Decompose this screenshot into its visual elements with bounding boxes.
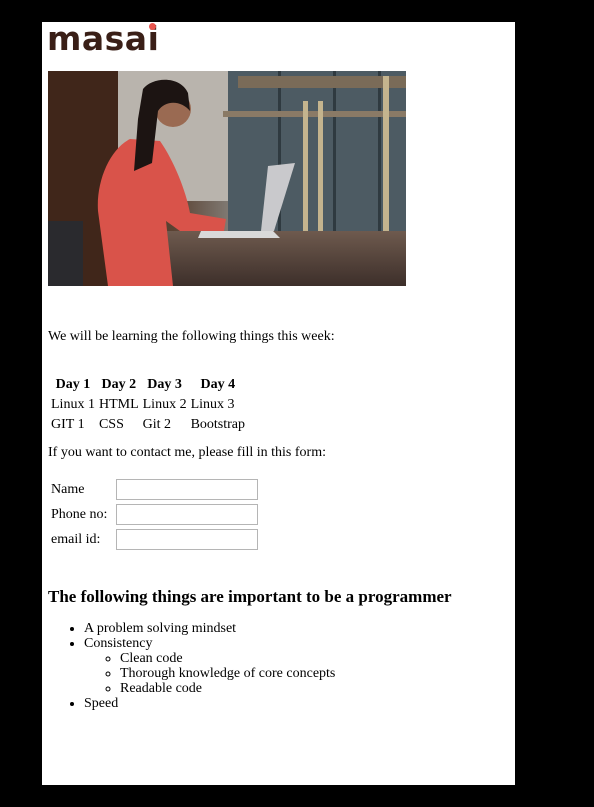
table-cell: Bootstrap — [190, 417, 246, 432]
schedule-table: Day 1 Day 2 Day 3 Day 4 Linux 1 HTML Lin… — [48, 374, 248, 436]
list-item: Speed — [84, 696, 335, 711]
logo-text: masai — [47, 19, 160, 58]
list-item: A problem solving mindset — [84, 621, 335, 636]
masai-logo[interactable]: masai — [47, 22, 159, 56]
contact-form: Name Phone no: email id: — [48, 476, 261, 553]
form-row-name: Name — [50, 478, 259, 501]
list-item-text: Speed — [84, 696, 119, 711]
important-heading: The following things are important to be… — [48, 587, 452, 606]
sub-list-item: Clean code — [120, 651, 335, 666]
contact-intro-text: If you want to contact me, please fill i… — [48, 445, 326, 460]
table-row: GIT 1 CSS Git 2 Bootstrap — [50, 416, 246, 434]
name-label: Name — [51, 481, 85, 497]
list-item-text: A problem solving mindset — [84, 621, 237, 636]
table-cell: Git 2 — [142, 417, 172, 432]
table-cell: CSS — [98, 417, 124, 432]
email-label: email id: — [51, 531, 101, 547]
email-field[interactable] — [116, 529, 259, 550]
hero-image — [48, 71, 406, 286]
phone-field[interactable] — [116, 504, 259, 525]
form-row-phone: Phone no: — [50, 503, 259, 526]
page-content: masai We will be learning the following … — [42, 22, 515, 785]
table-cell: Linux 1 — [51, 397, 95, 412]
table-row: Linux 1 HTML Linux 2 Linux 3 — [50, 396, 246, 414]
table-cell: Linux 3 — [190, 397, 235, 412]
logo-dot-icon — [149, 23, 156, 30]
list-item-text: Consistency — [84, 636, 153, 651]
intro-text: We will be learning the following things… — [48, 329, 335, 344]
table-header-cell: Day 3 — [147, 377, 182, 392]
sub-list-item: Readable code — [120, 681, 335, 696]
sub-list-item: Thorough knowledge of core concepts — [120, 666, 335, 681]
form-row-email: email id: — [50, 528, 259, 551]
table-header-cell: Day 4 — [200, 377, 236, 392]
table-cell: HTML — [98, 397, 139, 412]
table-header-cell: Day 1 — [55, 377, 91, 392]
name-field[interactable] — [116, 479, 259, 500]
list-item: Consistency Clean code Thorough knowledg… — [84, 636, 335, 696]
table-header-cell: Day 2 — [101, 377, 137, 392]
table-cell: Linux 2 — [142, 397, 187, 412]
phone-label: Phone no: — [51, 506, 108, 522]
table-cell: GIT 1 — [51, 417, 85, 432]
sub-list: Clean code Thorough knowledge of core co… — [84, 651, 335, 696]
table-header-row: Day 1 Day 2 Day 3 Day 4 — [50, 376, 246, 394]
important-list: A problem solving mindset Consistency Cl… — [48, 621, 335, 711]
